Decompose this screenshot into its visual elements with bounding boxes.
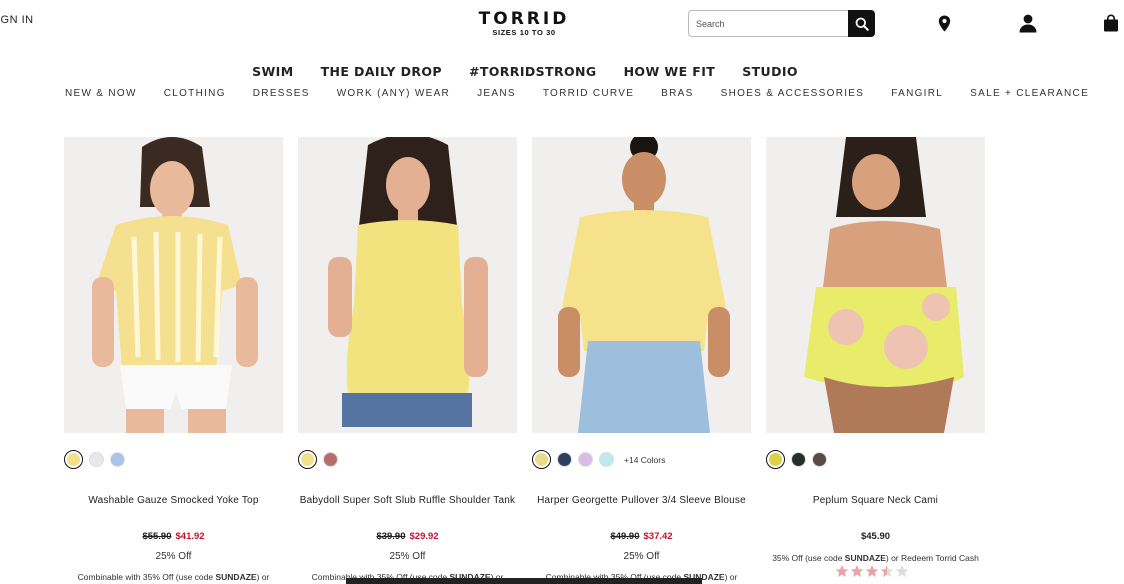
star-icon <box>880 565 894 577</box>
color-swatch[interactable] <box>110 452 125 467</box>
color-swatch[interactable] <box>89 452 104 467</box>
product-image[interactable] <box>64 137 283 433</box>
nav-jeans[interactable]: JEANS <box>477 88 516 99</box>
discount-label: 25% Off <box>623 551 660 562</box>
color-swatches <box>64 450 125 469</box>
product-price: $55.90 $41.92 <box>64 531 283 542</box>
product-card[interactable] <box>532 137 751 433</box>
product-price: $49.90 $37.42 <box>532 531 751 542</box>
color-swatch[interactable] <box>578 452 593 467</box>
primary-nav: SWIM THE DAILY DROP #TORRIDSTRONG HOW WE… <box>0 64 1050 79</box>
color-swatch[interactable] <box>64 450 83 469</box>
color-swatch[interactable] <box>323 452 338 467</box>
color-swatch[interactable] <box>791 452 806 467</box>
nav-torridstrong[interactable]: #TORRIDSTRONG <box>469 64 597 79</box>
promo-note: 35% Off (use code SUNDAZE) or Redeem Tor… <box>772 553 979 563</box>
product-price: $45.90 <box>766 531 985 542</box>
promo-note: Combinable with 35% Off (use code SUNDAZ… <box>77 572 270 582</box>
sign-in-link[interactable]: IGN IN <box>0 14 34 26</box>
sale-price: $37.42 <box>643 531 673 542</box>
nav-sale-clearance[interactable]: SALE + CLEARANCE <box>970 88 1089 99</box>
nav-work-wear[interactable]: WORK (ANY) WEAR <box>337 88 450 99</box>
nav-swim[interactable]: SWIM <box>252 64 293 79</box>
shopping-bag-icon <box>1104 14 1118 32</box>
color-swatches: +14 Colors <box>532 450 665 469</box>
product-name[interactable]: Peplum Square Neck Cami <box>766 494 985 507</box>
product-image[interactable] <box>532 137 751 433</box>
brand-tagline: SIZES 10 TO 30 <box>492 28 556 37</box>
product-card[interactable] <box>766 137 985 433</box>
color-swatches <box>766 450 827 469</box>
original-price: $55.90 <box>142 531 172 542</box>
color-swatch[interactable] <box>532 450 551 469</box>
search-icon <box>855 17 869 31</box>
brand-name: TORRID <box>478 9 570 29</box>
nav-the-daily-drop[interactable]: THE DAILY DROP <box>321 64 442 79</box>
star-icon <box>865 565 879 577</box>
product-image[interactable] <box>766 137 985 433</box>
product-price: $39.90 $29.92 <box>298 531 517 542</box>
nav-studio[interactable]: STUDIO <box>742 64 798 79</box>
color-swatch[interactable] <box>599 452 614 467</box>
nav-dresses[interactable]: DRESSES <box>253 88 310 99</box>
nav-shoes-accessories[interactable]: SHOES & ACCESSORIES <box>721 88 865 99</box>
nav-fangirl[interactable]: FANGIRL <box>891 88 943 99</box>
sale-price: $29.92 <box>409 531 439 542</box>
nav-clothing[interactable]: CLOTHING <box>164 88 226 99</box>
discount-label: 25% Off <box>389 551 426 562</box>
torrid-logo[interactable]: TORRID SIZES 10 TO 30 <box>474 10 574 37</box>
product-card[interactable] <box>64 137 283 433</box>
color-swatch[interactable] <box>557 452 572 467</box>
star-rating[interactable] <box>835 564 909 578</box>
star-icon <box>850 565 864 577</box>
nav-how-we-fit[interactable]: HOW WE FIT <box>624 64 716 79</box>
original-price: $39.90 <box>376 531 406 542</box>
product-card[interactable] <box>298 137 517 433</box>
product-image[interactable] <box>298 137 517 433</box>
user-icon <box>1019 14 1037 32</box>
shopping-bag-button[interactable] <box>1101 13 1121 33</box>
discount-label: 25% Off <box>155 551 192 562</box>
color-swatch[interactable] <box>812 452 827 467</box>
color-swatch[interactable] <box>298 450 317 469</box>
sale-price: $41.92 <box>175 531 205 542</box>
location-pin-icon <box>938 15 950 31</box>
search-bar <box>688 10 875 37</box>
color-swatches <box>298 450 338 469</box>
account-button[interactable] <box>1018 13 1038 33</box>
category-nav: NEW & NOW CLOTHING DRESSES WORK (ANY) WE… <box>65 88 1089 99</box>
nav-torrid-curve[interactable]: TORRID CURVE <box>543 88 634 99</box>
nav-bras[interactable]: BRAS <box>661 88 693 99</box>
store-locator-button[interactable] <box>934 13 954 33</box>
star-icon <box>835 565 849 577</box>
search-button[interactable] <box>848 10 875 37</box>
original-price: $49.90 <box>610 531 640 542</box>
search-input[interactable] <box>688 10 848 37</box>
regular-price: $45.90 <box>860 531 891 542</box>
more-colors-link[interactable]: +14 Colors <box>624 455 665 465</box>
product-name[interactable]: Harper Georgette Pullover 3/4 Sleeve Blo… <box>532 494 751 507</box>
color-swatch[interactable] <box>766 450 785 469</box>
product-name[interactable]: Babydoll Super Soft Slub Ruffle Shoulder… <box>298 494 517 507</box>
product-name[interactable]: Washable Gauze Smocked Yoke Top <box>64 494 283 507</box>
horizontal-scrollbar[interactable] <box>346 578 702 584</box>
nav-new-and-now[interactable]: NEW & NOW <box>65 88 137 99</box>
star-icon <box>895 565 909 577</box>
